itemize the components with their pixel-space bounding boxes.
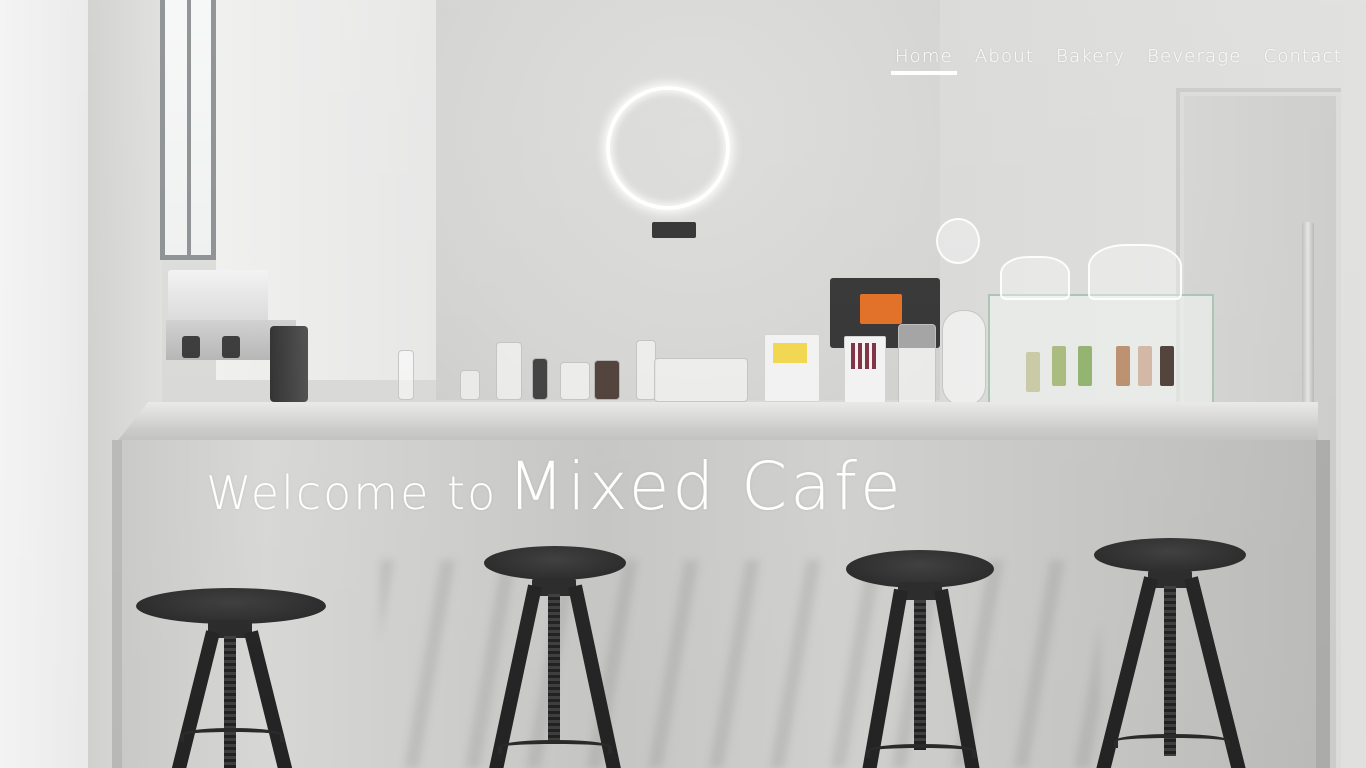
main-nav: Home About Bakery Beverage Contact <box>890 44 1346 75</box>
nav-bakery-link[interactable]: Bakery <box>1052 44 1129 71</box>
hero-welcome-text: Welcome to <box>206 466 498 520</box>
hero-cafe-name: Mixed Cafe <box>507 448 904 525</box>
nav-beverage-link[interactable]: Beverage <box>1143 44 1246 71</box>
nav-home-link[interactable]: Home <box>890 44 957 75</box>
hero-heading: Welcome to Mixed Cafe <box>206 448 904 525</box>
light-overlay <box>0 0 1366 768</box>
nav-about-link[interactable]: About <box>971 44 1038 71</box>
hero-background <box>0 0 1366 768</box>
nav-contact-link[interactable]: Contact <box>1260 44 1346 71</box>
